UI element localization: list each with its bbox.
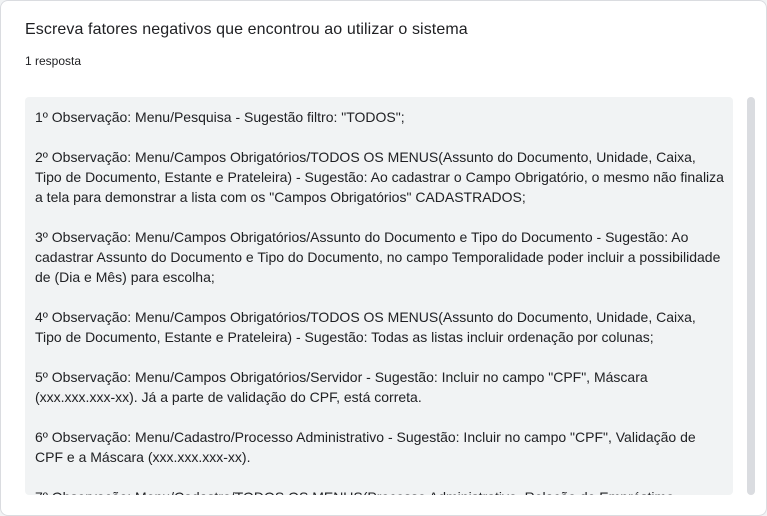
question-title: Escreva fatores negativos que encontrou …: [25, 21, 468, 38]
observation-paragraph: 4º Observação: Menu/Campos Obrigatórios/…: [35, 309, 700, 345]
response-box[interactable]: 1º Observação: Menu/Pesquisa - Sugestão …: [25, 97, 733, 495]
scrollbar-thumb[interactable]: [747, 97, 755, 495]
question-card: Escreva fatores negativos que encontrou …: [0, 0, 767, 516]
scrollbar[interactable]: [747, 97, 757, 495]
observation-paragraph: 2º Observação: Menu/Campos Obrigatórios/…: [35, 149, 728, 205]
observation-paragraph: 7º Observação: Menu/Cadastro/TODOS OS ME…: [35, 487, 725, 495]
observation-paragraph: 6º Observação: Menu/Cadastro/Processo Ad…: [35, 429, 700, 465]
observation-paragraph: 5º Observação: Menu/Campos Obrigatórios/…: [35, 369, 652, 405]
response-text: 1º Observação: Menu/Pesquisa - Sugestão …: [35, 107, 725, 495]
observation-paragraph: 3º Observação: Menu/Campos Obrigatórios/…: [35, 229, 725, 285]
response-count: 1 resposta: [25, 54, 82, 68]
observation-paragraph: 1º Observação: Menu/Pesquisa - Sugestão …: [35, 109, 405, 125]
